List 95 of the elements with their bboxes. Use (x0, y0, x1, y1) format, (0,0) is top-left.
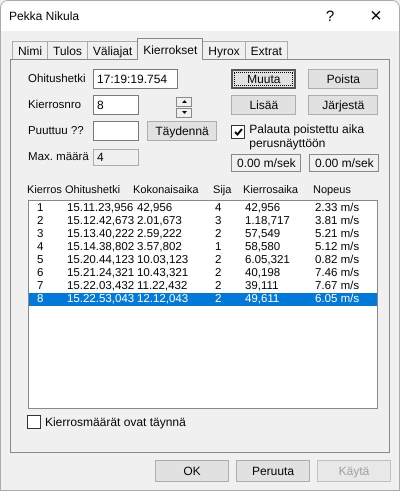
checkbox[interactable] (231, 125, 246, 139)
missing-field[interactable] (93, 121, 139, 141)
action-button[interactable]: Poista (308, 69, 378, 89)
list-cell-text: 10.03,123 (136, 254, 190, 267)
list-cell-text: 49,611 (245, 293, 280, 306)
list-row[interactable]: 6 15.21.24,321 10.43,321 2 40,198 7.46 m/s (29, 267, 377, 280)
field-label: Puuttuu ?? (28, 125, 85, 137)
dialog-button[interactable]: Peruuta (236, 460, 310, 482)
action-button[interactable]: Muuta (231, 69, 296, 89)
list-row[interactable]: 7 15.22.03,432 11.22,432 2 39,111 7.67 m/s (29, 280, 377, 293)
checkbox-label: Kierrosmäärät ovat täynnä (45, 415, 186, 429)
list-cell-text: 2.59,222 (136, 228, 183, 241)
list-cell-text: 11.22,432 (136, 280, 188, 293)
field-label: Max. määrä (28, 151, 90, 163)
speed-display: 0.00 m/sek (231, 154, 302, 172)
dialog-button[interactable]: OK (155, 460, 229, 482)
action-button[interactable]: Järjestä (308, 95, 378, 115)
spin-down-button[interactable] (176, 108, 192, 118)
list-cell-text: 42,956 (245, 202, 282, 215)
list-cell-text: 3.57,802 (136, 241, 183, 254)
list-cell-text: 5.21 m/s (315, 228, 360, 241)
spin-up-button[interactable] (176, 96, 192, 106)
list-cell-text: 1 (215, 241, 222, 254)
list-cell-text: 2.01,673 (136, 215, 183, 228)
list-cell-text: 3.81 m/s (315, 215, 360, 228)
list-row[interactable]: 8 15.22.53,043 12.12,043 2 49,611 6.05 m/s (29, 293, 377, 306)
list-cell: 15.22.03,432 (67, 280, 135, 293)
list-cell-text: 8 (36, 293, 44, 306)
list-cell: 15.12.42,673 (67, 215, 135, 228)
help-button[interactable]: ? (307, 1, 353, 31)
list-cell-text: 2 (215, 293, 222, 306)
list-cell-text: 7.67 m/s (315, 280, 360, 293)
close-button[interactable]: × (353, 1, 399, 31)
tab[interactable]: Hyrox (202, 41, 246, 59)
column-header: Ohitushetki (65, 184, 122, 196)
list-cell-text: 10.43,321 (136, 267, 190, 280)
list-row[interactable]: 2 15.12.42,673 2.01,673 3 1.18,717 3.81 m/s (29, 215, 377, 228)
list-cell-text: 5 (36, 254, 44, 267)
max-count-field[interactable]: 4 (93, 148, 139, 166)
tab[interactable]: Nimi (12, 41, 48, 59)
list-cell-text: 12.12,043 (136, 293, 190, 306)
list-cell: 15.20.44,123 (67, 254, 135, 267)
action-button[interactable]: Lisää (231, 95, 296, 115)
speed-display: 0.00 m/sek (309, 154, 380, 172)
list-cell-text: 6.05 m/s (315, 293, 360, 306)
list-cell-text: 3 (36, 228, 44, 241)
list-cell-text: 6.05,321 (245, 254, 291, 267)
up-arrow-icon (182, 100, 186, 103)
list-cell-text: 42,956 (136, 202, 174, 215)
field-label: Kierrosnro (28, 99, 82, 111)
list-cell-text: 7 (36, 280, 44, 293)
list-cell-text: 2 (215, 228, 222, 241)
list-cell-text: 57,549 (245, 228, 282, 241)
list-cell-text: 4 (36, 241, 44, 254)
list-cell-text: 4 (215, 202, 222, 215)
fill-button[interactable]: Täydennä (147, 121, 217, 141)
list-cell-text: 39,111 (245, 280, 280, 293)
list-cell: 15.22.53,043 (67, 293, 135, 306)
list-cell-text: 5.12 m/s (315, 241, 360, 254)
list-cell: 15.13.40,222 (67, 228, 135, 241)
tab[interactable]: Väliajat (86, 41, 138, 59)
list-cell-text: 6 (36, 267, 44, 280)
window-title: Pekka Nikula (9, 9, 80, 23)
list-row[interactable]: 4 15.14.38,802 3.57,802 1 58,580 5.12 m/s (29, 241, 377, 254)
list-cell-text: 2 (215, 254, 222, 267)
field-label: Ohitushetki (28, 73, 87, 85)
list-row[interactable]: 5 15.20.44,123 10.03,123 2 6.05,321 0.82 m/s (29, 254, 377, 267)
column-header: Kierrosaika (243, 184, 300, 196)
list-cell-text: 7.46 m/s (315, 267, 360, 280)
time-field[interactable]: 17:19:19.754 (93, 69, 178, 89)
down-arrow-icon (182, 111, 186, 114)
list-cell-text: 15.11.23,956 (67, 202, 134, 215)
list-cell-text: 2.33 m/s (315, 202, 360, 215)
list-cell-text: 1.18,717 (245, 215, 291, 228)
tab[interactable]: Kierrokset (137, 38, 204, 60)
list-cell-text: 2 (215, 267, 222, 280)
list-cell-text: 1 (36, 202, 44, 215)
checkbox-label: Palauta poistettu aika perusnäyttöön (249, 122, 366, 150)
checkbox[interactable] (27, 415, 41, 429)
list-row[interactable]: 1 15.11.23,956 42,956 4 42,956 2.33 m/s (29, 202, 377, 215)
column-header: Nopeus (313, 184, 352, 196)
list-cell-text: 40,198 (245, 267, 282, 280)
list-cell-text: 3 (215, 215, 222, 228)
list-row[interactable]: 3 15.13.40,222 2.59,222 2 57,549 5.21 m/s (29, 228, 377, 241)
list-cell: 15.14.38,802 (67, 241, 135, 254)
column-header: Sija (213, 184, 232, 196)
list-cell-text: 58,580 (245, 241, 282, 254)
column-header: Kierros (27, 184, 63, 196)
list-cell-text: 0.82 m/s (315, 254, 360, 267)
tab[interactable]: Extrat (244, 41, 288, 59)
list-cell: 15.21.24,321 (67, 267, 135, 280)
list-cell-text: 2 (36, 215, 44, 228)
column-header: Kokonaisaika (133, 184, 200, 196)
lap-number-field[interactable]: 8 (93, 95, 139, 115)
list-cell-text: 2 (215, 280, 222, 293)
